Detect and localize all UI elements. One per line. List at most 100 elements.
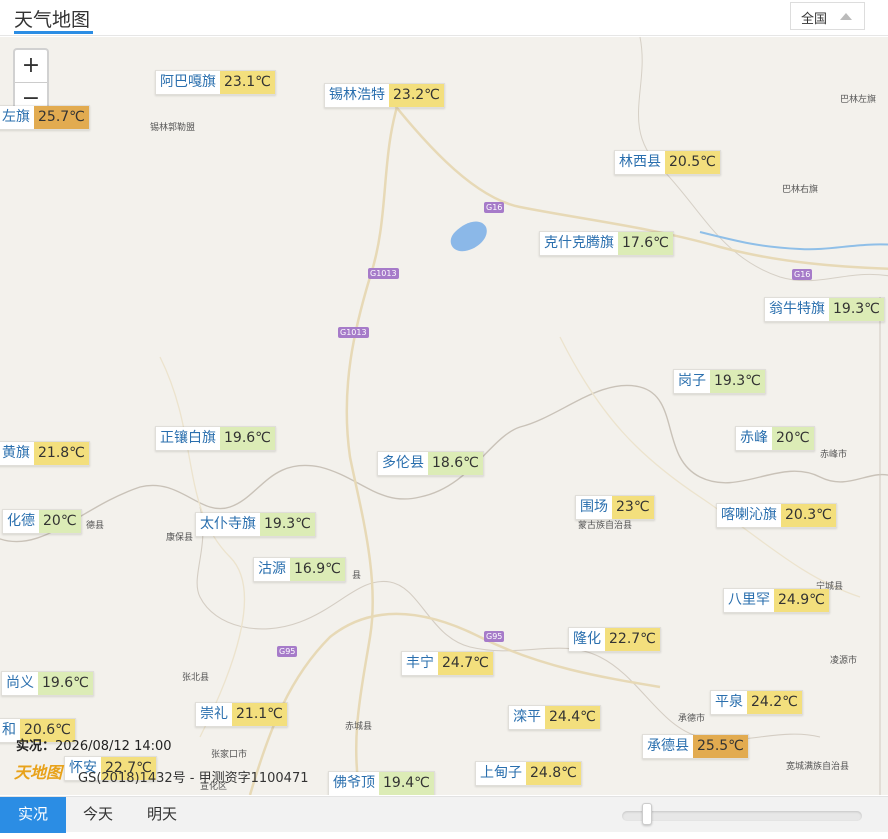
minor-roads — [159, 336, 861, 738]
station-chifeng[interactable]: 赤峰 20℃ — [735, 426, 815, 451]
place-label: 县 — [352, 571, 362, 581]
station-name: 正镶白旗 — [156, 427, 220, 450]
station-name: 克什克腾旗 — [540, 232, 618, 255]
tab-tomorrow[interactable]: 明天 — [130, 797, 194, 833]
station-temp: 24.8℃ — [526, 762, 581, 785]
region-select[interactable]: 全国 — [790, 2, 865, 30]
station-huade[interactable]: 化德 20℃ — [2, 509, 82, 534]
place-label: 承德市 — [678, 714, 706, 724]
place-label: 锡林郭勒盟 — [150, 123, 196, 133]
station-name: 锡林浩特 — [325, 84, 389, 107]
station-temp: 19.6℃ — [220, 427, 275, 450]
station-duolun[interactable]: 多伦县 18.6℃ — [377, 451, 484, 476]
observation-time: 实况：2026/08/12 14:00 — [16, 735, 172, 754]
station-temp: 18.6℃ — [428, 452, 483, 475]
station-chengdexian[interactable]: 承德县 25.5℃ — [642, 734, 749, 759]
station-name: 化德 — [3, 510, 39, 533]
page-title: 天气地图 — [14, 9, 91, 31]
station-gangzi[interactable]: 岗子 19.3℃ — [673, 369, 766, 394]
station-linxi[interactable]: 林西县 20.5℃ — [614, 150, 721, 175]
road-shield: G16 — [792, 269, 813, 280]
tab-today[interactable]: 今天 — [66, 797, 130, 833]
station-abagaqi[interactable]: 阿巴嘎旗 23.1℃ — [155, 70, 276, 95]
station-temp: 19.4℃ — [379, 772, 434, 795]
station-name: 赤峰 — [736, 427, 772, 450]
station-zhengxiangbai[interactable]: 正镶白旗 19.6℃ — [155, 426, 276, 451]
road-shield: G1013 — [338, 327, 369, 338]
station-name: 平泉 — [711, 691, 747, 714]
station-temp: 22.7℃ — [605, 628, 660, 651]
tab-now[interactable]: 实况 — [0, 797, 66, 833]
station-shangdianzi[interactable]: 上甸子 24.8℃ — [475, 761, 582, 786]
station-name: 翁牛特旗 — [765, 298, 829, 321]
station-temp: 20℃ — [772, 427, 814, 450]
header-bar: 天气地图 全国 — [0, 0, 888, 36]
station-temp: 23.2℃ — [389, 84, 444, 107]
road-shield: G95 — [277, 646, 298, 657]
place-label: 凌源市 — [830, 656, 858, 666]
time-slider[interactable] — [622, 811, 862, 821]
station-taipusi[interactable]: 太仆寺旗 19.3℃ — [195, 512, 316, 537]
station-name: 承德县 — [643, 735, 693, 758]
region-select-label: 全国 — [801, 12, 828, 27]
map-base-layer — [0, 37, 888, 795]
station-temp: 24.7℃ — [438, 652, 493, 675]
zoom-in-button[interactable]: + — [15, 50, 47, 83]
station-temp: 21.1℃ — [232, 703, 287, 726]
station-temp: 20℃ — [39, 510, 81, 533]
station-foyeding[interactable]: 佛爷顶 19.4℃ — [328, 771, 435, 795]
station-name: 左旗 — [0, 106, 34, 129]
highway-g1013 — [345, 96, 402, 795]
station-temp: 20.5℃ — [665, 151, 720, 174]
station-name: 佛爷顶 — [329, 772, 379, 795]
lake — [450, 221, 487, 252]
station-shangyi[interactable]: 尚义 19.6℃ — [1, 671, 94, 696]
time-slider-handle[interactable] — [642, 803, 652, 825]
station-temp: 19.3℃ — [829, 298, 884, 321]
station-name: 太仆寺旗 — [196, 513, 260, 536]
station-chongli[interactable]: 崇礼 21.1℃ — [195, 702, 288, 727]
place-label: 张北县 — [182, 673, 210, 683]
station-temp: 24.2℃ — [747, 691, 802, 714]
station-temp: 23℃ — [612, 496, 654, 519]
station-temp: 19.6℃ — [38, 672, 93, 695]
road-shield: G16 — [484, 202, 505, 213]
place-label: 赤峰市 — [820, 450, 848, 460]
station-xilinhaote[interactable]: 锡林浩特 23.2℃ — [324, 83, 445, 108]
station-name: 滦平 — [509, 706, 545, 729]
station-name: 林西县 — [615, 151, 665, 174]
station-huangqi[interactable]: 黄旗 21.8℃ — [0, 441, 90, 466]
station-name: 围场 — [576, 496, 612, 519]
station-temp: 25.7℃ — [34, 106, 89, 129]
place-label: 赤城县 — [345, 722, 373, 732]
station-name: 丰宁 — [402, 652, 438, 675]
station-name: 喀喇沁旗 — [717, 504, 781, 527]
river — [699, 231, 888, 251]
station-temp: 25.5℃ — [693, 735, 748, 758]
station-name: 上甸子 — [476, 762, 526, 785]
station-weichang[interactable]: 围场 23℃ — [575, 495, 655, 520]
weather-map[interactable]: + − 锡林郭勒盟 巴林左旗 巴林右旗 康保县 张北县 赤城县 张家口市 宣化区… — [0, 37, 888, 795]
observation-timestamp: 2026/08/12 14:00 — [55, 739, 172, 754]
station-fengning[interactable]: 丰宁 24.7℃ — [401, 651, 494, 676]
station-harqin[interactable]: 喀喇沁旗 20.3℃ — [716, 503, 837, 528]
station-longhua[interactable]: 隆化 22.7℃ — [568, 627, 661, 652]
station-luanping[interactable]: 滦平 24.4℃ — [508, 705, 601, 730]
station-temp: 17.6℃ — [618, 232, 673, 255]
station-name: 八里罕 — [724, 589, 774, 612]
station-zuoqi[interactable]: 左旗 25.7℃ — [0, 105, 90, 130]
station-pingquan[interactable]: 平泉 24.2℃ — [710, 690, 803, 715]
station-temp: 16.9℃ — [290, 558, 345, 581]
tianditu-logo: 天地图 — [14, 763, 63, 782]
place-label: 康保县 — [166, 533, 194, 543]
station-balihan[interactable]: 八里罕 24.9℃ — [723, 588, 830, 613]
caret-up-icon — [840, 13, 852, 20]
station-wengniute[interactable]: 翁牛特旗 19.3℃ — [764, 297, 885, 322]
station-temp: 24.9℃ — [774, 589, 829, 612]
station-keshiketeng[interactable]: 克什克腾旗 17.6℃ — [539, 231, 674, 256]
map-copyright: GS(2018)1432号 - 甲测资字1100471 — [78, 771, 309, 786]
station-guyuan[interactable]: 沽源 16.9℃ — [253, 557, 346, 582]
place-label: 巴林左旗 — [840, 95, 877, 105]
title-underline — [14, 31, 93, 34]
place-label: 巴林右旗 — [782, 185, 819, 195]
